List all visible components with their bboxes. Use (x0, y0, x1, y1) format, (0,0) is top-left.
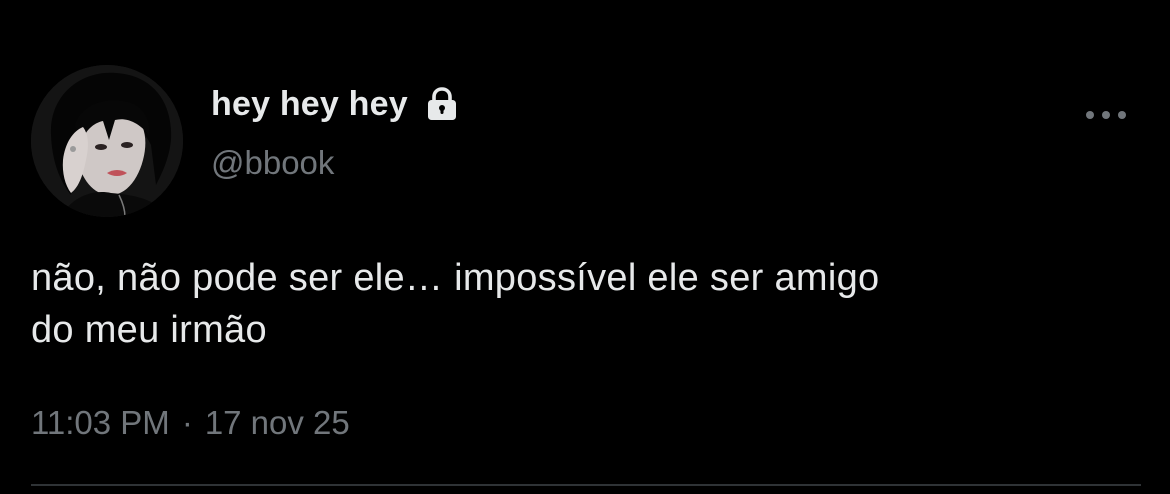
tweet-text: não, não pode ser ele… impossível ele se… (31, 252, 1141, 356)
more-dot (1086, 111, 1094, 119)
author-name-row: hey hey hey (211, 82, 460, 126)
display-name[interactable]: hey hey hey (211, 85, 408, 124)
more-dot (1118, 111, 1126, 119)
username-handle[interactable]: @bbook (211, 144, 334, 182)
tweet-date[interactable]: 17 nov 25 (205, 404, 350, 442)
tweet-text-line: do meu irmão (31, 309, 267, 351)
tweet[interactable]: hey hey hey @bbook não, não pode ser ele… (0, 0, 1170, 494)
tweet-time[interactable]: 11:03 PM (31, 404, 170, 442)
tweet-meta: 11:03 PM · 17 nov 25 (31, 404, 350, 442)
more-icon[interactable] (1084, 100, 1128, 130)
meta-separator: · (181, 404, 193, 441)
more-dot (1102, 111, 1110, 119)
lock-icon (424, 86, 460, 122)
divider (31, 484, 1141, 486)
tweet-text-line: não, não pode ser ele… impossível ele se… (31, 257, 880, 299)
avatar[interactable] (31, 65, 183, 217)
avatar-image (31, 65, 183, 217)
